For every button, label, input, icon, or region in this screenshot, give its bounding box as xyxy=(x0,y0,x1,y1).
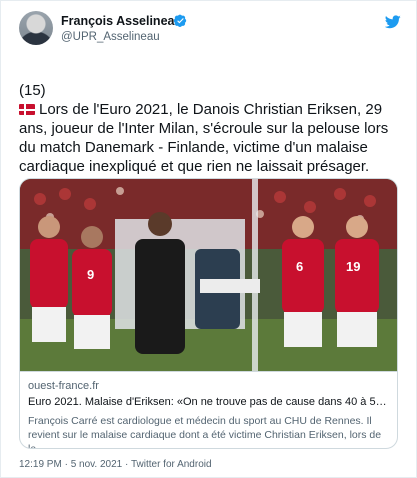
card-title[interactable]: Euro 2021. Malaise d'Eriksen: «On ne tro… xyxy=(28,396,390,408)
card-image[interactable]: 9 6 19 xyxy=(20,179,397,371)
tweet-line-counter: (15) xyxy=(19,82,46,99)
twitter-bird-icon[interactable] xyxy=(385,15,401,29)
tweet-text: (15) Lors de l'Euro 2021, le Danois Chri… xyxy=(19,81,401,176)
author-handle[interactable]: @UPR_Asselineau xyxy=(61,31,160,43)
tweet-source[interactable]: Twitter for Android xyxy=(131,459,212,470)
tweet-time[interactable]: 12:19 PM xyxy=(19,459,62,470)
tweet-date[interactable]: 5 nov. 2021 xyxy=(71,459,123,470)
separator: · xyxy=(122,459,131,470)
card-meta[interactable]: ouest-france.fr Euro 2021. Malaise d'Eri… xyxy=(20,371,397,449)
verified-icon xyxy=(174,14,187,27)
link-card[interactable]: 9 6 19 ouest-france.fr Euro 2021. Malais… xyxy=(19,178,398,449)
tweet-line-body: Lors de l'Euro 2021, le Danois Christian… xyxy=(19,100,401,176)
author-name[interactable]: François Asselineau xyxy=(61,14,182,28)
tweet-timestamp[interactable]: 12:19 PM · 5 nov. 2021 · Twitter for And… xyxy=(19,459,212,470)
separator: · xyxy=(61,459,71,470)
player-number-right-a: 6 xyxy=(296,259,303,274)
tweet-container[interactable]: François Asselineau @UPR_Asselineau (15)… xyxy=(0,0,417,478)
stadium-photo: 9 6 19 xyxy=(20,179,397,371)
player-number-left: 9 xyxy=(87,267,94,282)
player-number-right-b: 19 xyxy=(346,259,360,274)
tweet-body-text: Lors de l'Euro 2021, le Danois Christian… xyxy=(19,101,389,175)
denmark-flag-icon xyxy=(19,104,35,115)
card-domain: ouest-france.fr xyxy=(28,380,99,392)
card-description: François Carré est cardiologue et médeci… xyxy=(28,415,382,449)
author-avatar[interactable] xyxy=(19,11,53,45)
